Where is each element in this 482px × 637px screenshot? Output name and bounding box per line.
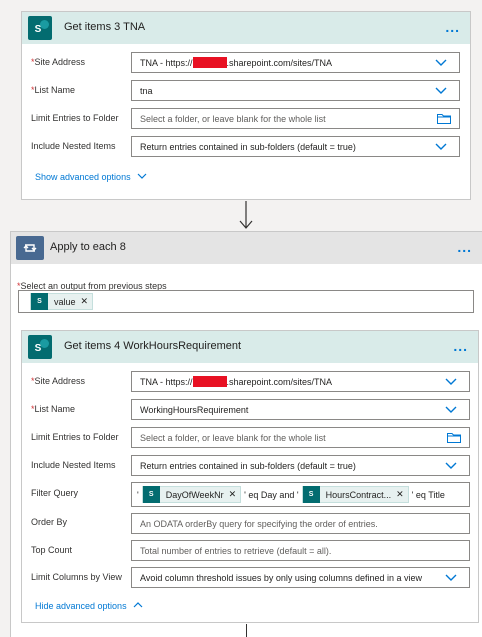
apply-to-each-icon — [16, 236, 44, 260]
chevron-down-icon — [435, 59, 447, 66]
site-address-dropdown[interactable]: TNA - https://.sharepoint.com/sites/TNA — [131, 52, 460, 73]
remove-token-icon[interactable]: ✕ — [396, 489, 408, 500]
loop-title[interactable]: Apply to each 8 — [50, 241, 126, 253]
dynamic-token-value[interactable]: S value ✕ — [30, 293, 94, 310]
sharepoint-icon: S — [302, 486, 320, 503]
site-address-label: *Site Address — [31, 57, 86, 67]
nested-items-dropdown[interactable]: Return entries contained in sub-folders … — [131, 136, 460, 157]
list-name-label: *List Name — [31, 404, 76, 414]
folder-icon[interactable] — [437, 113, 451, 124]
folder-icon[interactable] — [447, 432, 461, 443]
limit-folder-label: Limit Entries to Folder — [31, 113, 119, 123]
sharepoint-icon: S — [142, 486, 160, 503]
card-title[interactable]: Get items 3 TNA — [64, 21, 145, 33]
more-options-icon[interactable]: ... — [457, 239, 472, 255]
nested-items-label: Include Nested Items — [31, 141, 116, 151]
filter-query-input[interactable]: ' S DayOfWeekNr ✕ ' eq Day and ' S Hours… — [131, 482, 470, 507]
connector-line — [246, 624, 247, 637]
more-options-icon[interactable]: ... — [453, 338, 468, 354]
chevron-down-icon — [445, 574, 457, 581]
chevron-down-icon — [435, 87, 447, 94]
apply-to-each-card: Apply to each 8 ... *Select an output fr… — [10, 231, 482, 637]
limit-columns-label: Limit Columns by View — [31, 572, 122, 582]
top-count-input[interactable]: Total number of entries to retrieve (def… — [131, 540, 470, 561]
action-card-get-items-3: S Get items 3 TNA ... *Site Address TNA … — [21, 11, 471, 200]
top-count-label: Top Count — [31, 545, 73, 555]
remove-token-icon[interactable]: ✕ — [81, 296, 93, 307]
order-by-label: Order By — [31, 517, 68, 527]
action-card-get-items-4: S Get items 4 WorkHoursRequirement ... *… — [21, 330, 479, 623]
more-options-icon[interactable]: ... — [445, 19, 460, 35]
dynamic-token-dayofweeknr[interactable]: S DayOfWeekNr ✕ — [141, 486, 242, 503]
connector-arrow — [239, 201, 253, 229]
chevron-down-icon — [445, 406, 457, 413]
nested-items-label: Include Nested Items — [31, 460, 116, 470]
site-address-label: *Site Address — [31, 376, 86, 386]
order-by-input[interactable]: An ODATA orderBy query for specifying th… — [131, 513, 470, 534]
chevron-down-icon — [435, 143, 447, 150]
site-address-dropdown[interactable]: TNA - https://.sharepoint.com/sites/TNA — [131, 371, 470, 392]
chevron-down-icon — [445, 462, 457, 469]
limit-columns-dropdown[interactable]: Avoid column threshold issues by only us… — [131, 567, 470, 588]
list-name-label: *List Name — [31, 85, 76, 95]
limit-folder-input[interactable]: Select a folder, or leave blank for the … — [131, 427, 470, 448]
chevron-down-icon — [137, 173, 147, 179]
card-title[interactable]: Get items 4 WorkHoursRequirement — [64, 340, 241, 352]
sharepoint-icon: S — [28, 16, 52, 40]
sharepoint-icon: S — [31, 293, 48, 310]
card-header[interactable]: S Get items 4 WorkHoursRequirement ... — [22, 331, 478, 363]
hide-advanced-options-link[interactable]: Hide advanced options — [35, 601, 143, 611]
dynamic-token-hourscontract[interactable]: S HoursContract... ✕ — [301, 486, 409, 503]
show-advanced-options-link[interactable]: Show advanced options — [35, 172, 147, 182]
limit-folder-label: Limit Entries to Folder — [31, 432, 119, 442]
card-header[interactable]: S Get items 3 TNA ... — [22, 12, 470, 44]
filter-query-label: Filter Query — [31, 488, 79, 498]
chevron-down-icon — [445, 378, 457, 385]
redacted-box — [192, 57, 227, 68]
nested-items-dropdown[interactable]: Return entries contained in sub-folders … — [131, 455, 470, 476]
loop-header[interactable]: Apply to each 8 ... — [11, 232, 482, 264]
remove-token-icon[interactable]: ✕ — [229, 489, 241, 500]
select-output-input[interactable]: S value ✕ — [18, 290, 474, 313]
limit-folder-input[interactable]: Select a folder, or leave blank for the … — [131, 108, 460, 129]
sharepoint-icon: S — [28, 335, 52, 359]
list-name-dropdown[interactable]: tna — [131, 80, 460, 101]
list-name-dropdown[interactable]: WorkingHoursRequirement — [131, 399, 470, 420]
redacted-box — [192, 376, 227, 387]
chevron-up-icon — [133, 602, 143, 608]
